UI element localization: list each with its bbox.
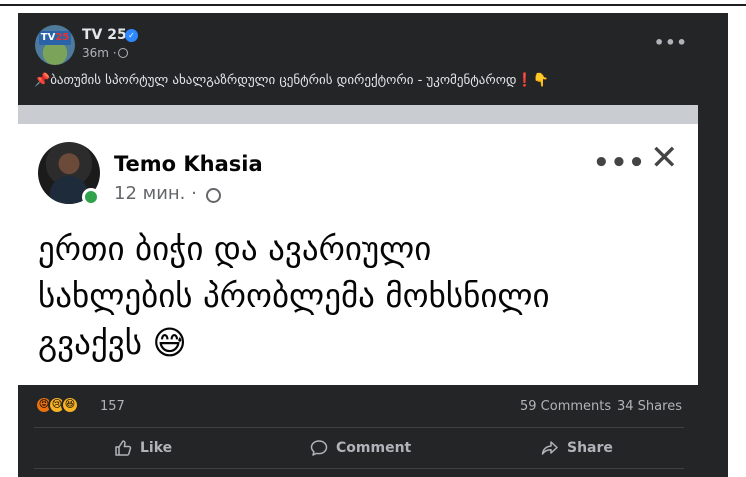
- verified-badge-icon: ✓: [125, 29, 138, 42]
- comment-button[interactable]: Comment: [310, 435, 411, 461]
- shares-count[interactable]: 34 Shares: [617, 399, 682, 414]
- post-text: 📌ბათუმის სპორტულ ახალგაზრდული ცენტრის დი…: [34, 73, 549, 88]
- comment-icon: [310, 440, 328, 456]
- pin-emoji-icon: 📌: [34, 73, 51, 88]
- screenshot-close-icon: ✕: [650, 138, 679, 178]
- divider: [34, 468, 684, 469]
- like-button[interactable]: Like: [114, 435, 172, 461]
- screenshot-more-icon: •••: [593, 148, 646, 178]
- tv25-logo: TV25: [39, 31, 71, 45]
- screenshot-text-line: გვაქვს 😅: [38, 323, 187, 362]
- like-label: Like: [140, 440, 173, 456]
- more-options-icon[interactable]: •••: [654, 33, 688, 52]
- share-icon: [541, 441, 558, 455]
- shared-screenshot-image[interactable]: Temo Khasia 12 мин. · ••• ✕ ერთი ბიჭი და…: [18, 105, 698, 385]
- top-border: [0, 4, 746, 6]
- comment-label: Comment: [336, 440, 412, 456]
- screenshot-timestamp: 12 мин. ·: [114, 183, 197, 204]
- post-text-end-emoji: ❗👇: [516, 73, 549, 88]
- page-name[interactable]: TV 25: [82, 27, 127, 43]
- thumbs-up-icon: [115, 440, 132, 456]
- haha-icon: 😆: [61, 396, 79, 414]
- screenshot-text-line: ერთი ბიჭი და ავარიული: [38, 229, 432, 268]
- globe-icon: [118, 48, 128, 58]
- post-timestamp[interactable]: 36m ·: [82, 46, 117, 60]
- screenshot-globe-icon: [206, 188, 221, 203]
- reactions-count[interactable]: 157: [100, 399, 125, 414]
- share-button[interactable]: Share: [541, 435, 613, 461]
- comments-count[interactable]: 59 Comments: [520, 399, 611, 414]
- online-status-icon: [82, 188, 100, 206]
- screenshot-text-line: სახლების პრობლემა მოხსნილი: [38, 276, 550, 315]
- divider: [34, 427, 684, 428]
- share-label: Share: [567, 440, 613, 456]
- post-text-body: ბათუმის სპორტულ ახალგაზრდული ცენტრის დირ…: [50, 73, 517, 88]
- facebook-post-card: TV25 TV 25 ✓ 36m · ••• 📌ბათუმის სპორტულ …: [18, 13, 728, 477]
- screenshot-post-text: ერთი ბიჭი და ავარიული სახლების პრობლემა …: [38, 225, 678, 366]
- screenshot-top-bar: [18, 105, 698, 124]
- page-avatar[interactable]: TV25: [35, 25, 75, 65]
- screenshot-author-name: Temo Khasia: [114, 152, 263, 176]
